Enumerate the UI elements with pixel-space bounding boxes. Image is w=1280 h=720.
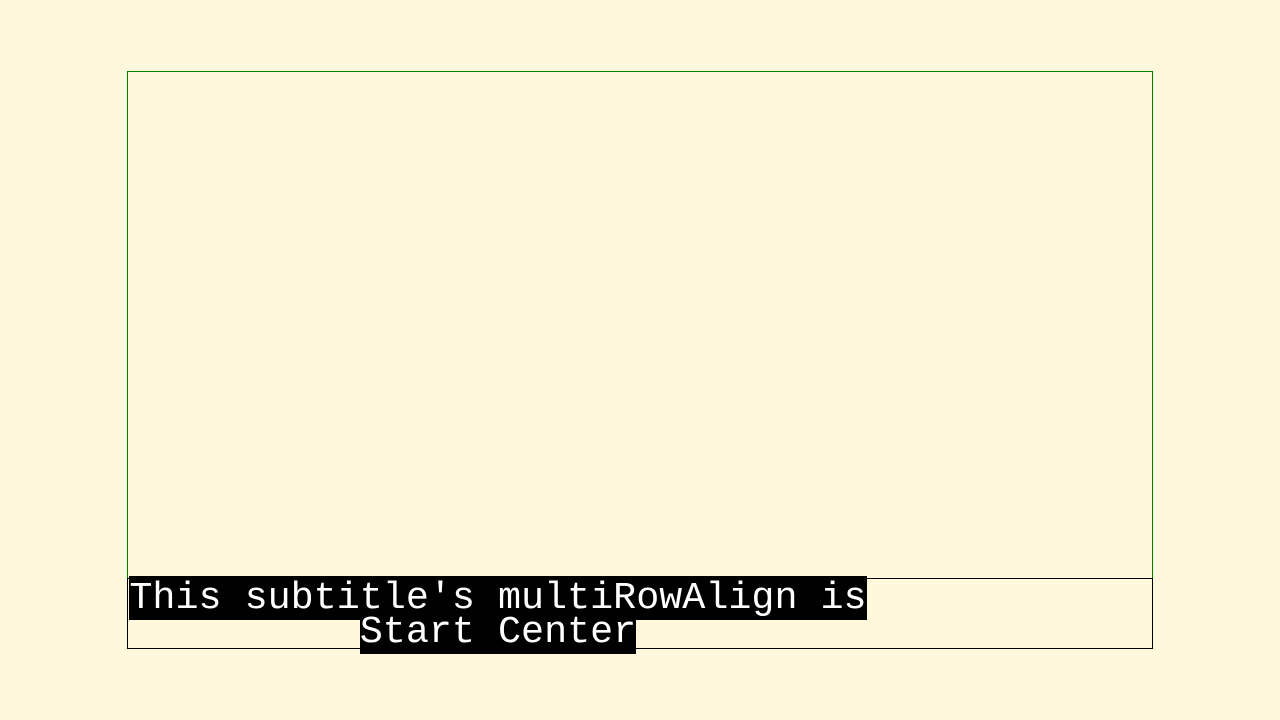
subtitle-region: This subtitle's multiRowAlign is Start C… <box>127 576 1153 654</box>
subtitle-line-2-text: Start Center <box>359 610 637 654</box>
subtitle-line-2: Start Center <box>129 610 867 654</box>
video-region <box>127 71 1153 649</box>
subtitle-cue: This subtitle's multiRowAlign is Start C… <box>129 576 867 654</box>
